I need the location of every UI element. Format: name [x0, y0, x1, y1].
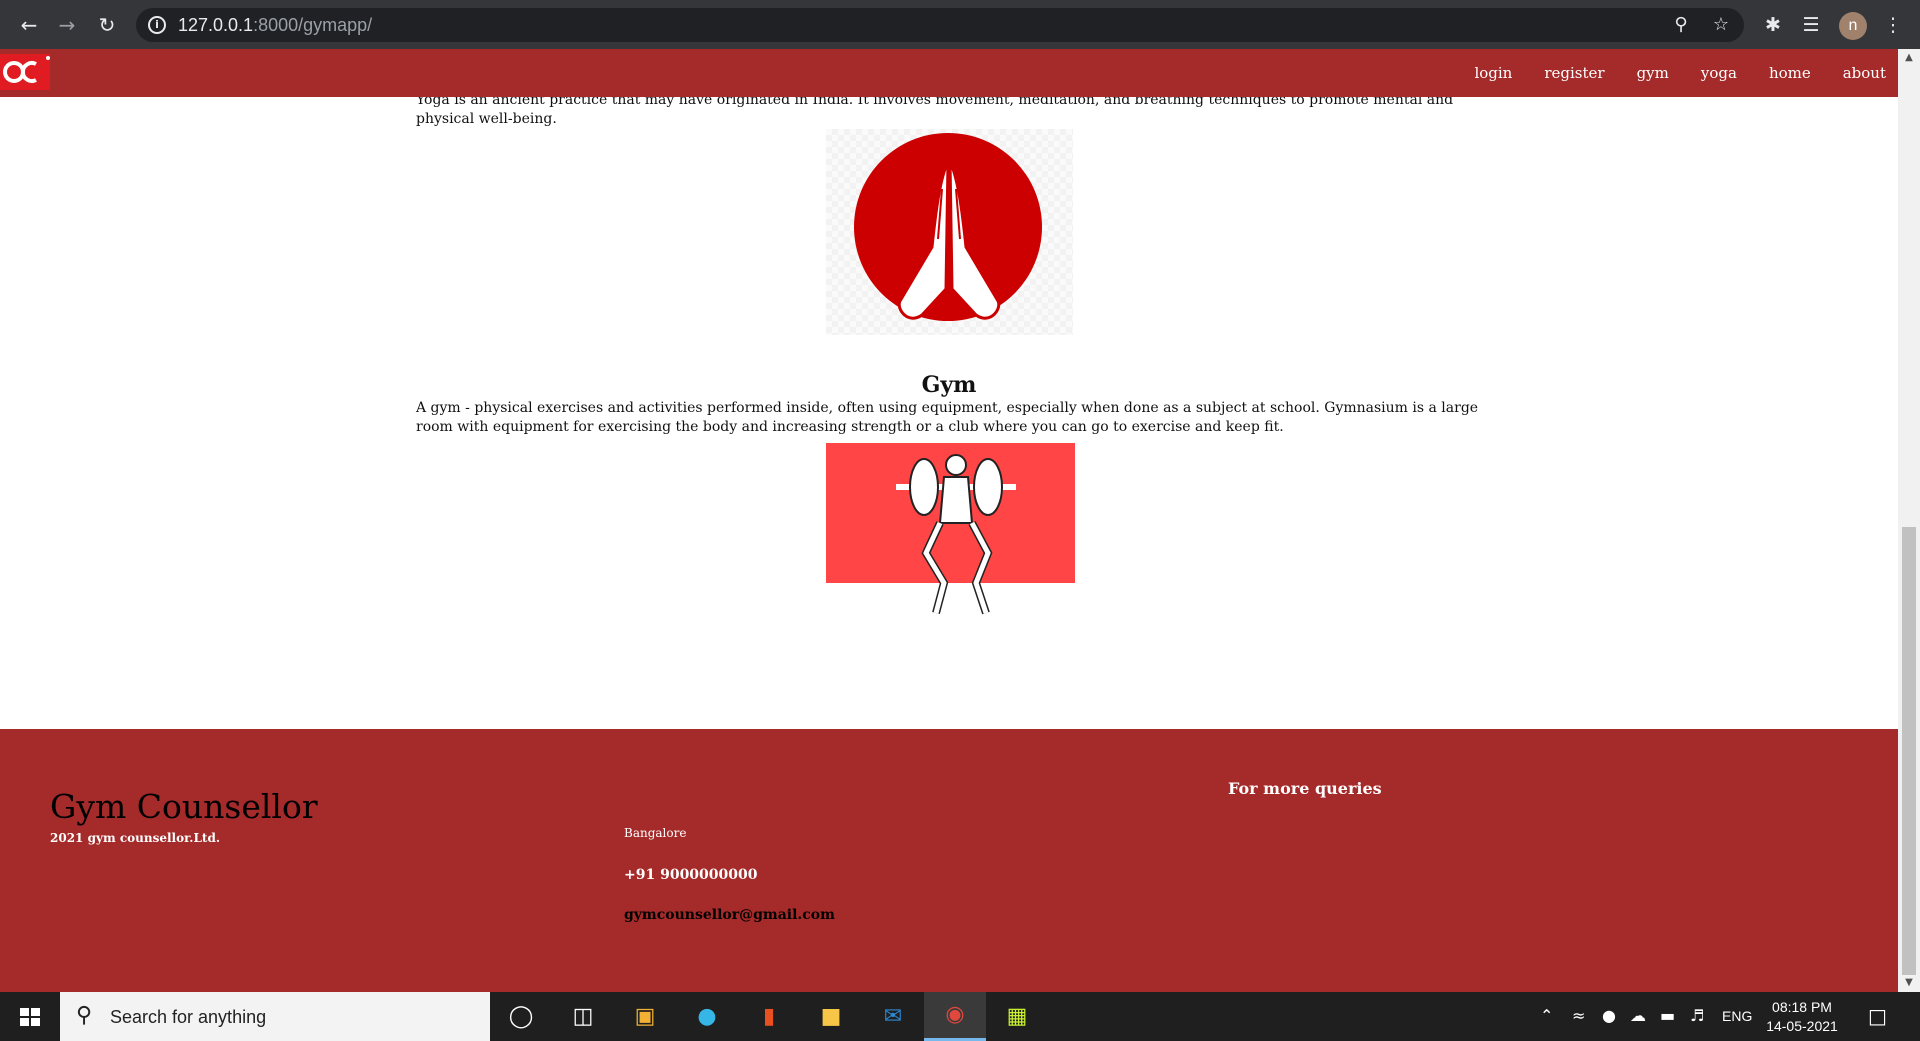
cortana-icon[interactable]: ◯	[490, 992, 552, 1041]
nav-about-link[interactable]: about	[1843, 63, 1886, 83]
store-icon[interactable]: ▣	[614, 992, 676, 1041]
nav-home-link[interactable]: home	[1769, 63, 1811, 83]
windows-taskbar: ⚲ Search for anything ◯ ◫ ▣ ● ▮ ■ ✉ ◉ ▦ …	[0, 992, 1920, 1041]
footer-phone[interactable]: +91 9000000000	[624, 866, 758, 884]
microphone-icon[interactable]: ●	[1602, 1006, 1616, 1026]
back-icon[interactable]: ←	[16, 12, 42, 38]
scroll-down-icon[interactable]: ▼	[1898, 974, 1920, 992]
url-path: :8000/gymapp/	[253, 15, 373, 35]
praying-hands-icon	[854, 133, 1042, 321]
site-navbar: login register gym yoga home about	[0, 49, 1898, 97]
address-bar[interactable]: i 127.0.0.1:8000/gymapp/ ⚲ ☆	[136, 8, 1744, 42]
footer-queries-heading: For more queries	[1228, 779, 1382, 798]
bookmark-star-icon[interactable]: ☆	[1710, 14, 1732, 36]
volume-icon[interactable]: ♬	[1690, 1006, 1704, 1026]
footer-city: Bangalore	[624, 826, 687, 840]
scrollbar-thumb[interactable]	[1902, 527, 1916, 975]
browser-toolbar: ← → ↻ i 127.0.0.1:8000/gymapp/ ⚲ ☆ ✱ ☰ n…	[0, 0, 1920, 49]
footer-brand: Gym Counsellor	[50, 787, 318, 826]
yoga-description: Yoga is an ancient practice that may hav…	[416, 97, 1454, 127]
page-scrollbar[interactable]: ▲ ▼	[1898, 49, 1920, 992]
clock-date: 14-05-2021	[1766, 1018, 1838, 1034]
office-icon[interactable]: ▮	[738, 992, 800, 1041]
site-logo[interactable]	[0, 54, 50, 90]
mail-icon[interactable]: ✉	[862, 992, 924, 1041]
gym-image	[826, 443, 1075, 625]
taskbar-search[interactable]: ⚲ Search for anything	[60, 992, 490, 1041]
language-indicator[interactable]: ENG	[1722, 1006, 1752, 1026]
extensions-icon[interactable]: ✱	[1760, 12, 1786, 38]
profile-avatar[interactable]: n	[1839, 12, 1867, 40]
site-footer: Gym Counsellor 2021 gym counsellor.Ltd. …	[0, 729, 1898, 992]
wifi-icon[interactable]: ≈	[1572, 1006, 1585, 1026]
more-menu-icon[interactable]: ⋮	[1880, 12, 1906, 38]
windows-start-icon[interactable]	[0, 992, 60, 1041]
taskbar-clock[interactable]: 08:18 PM 14-05-2021	[1762, 998, 1842, 1036]
nav-login-link[interactable]: login	[1474, 63, 1512, 83]
nav-links: login register gym yoga home about	[1442, 49, 1886, 97]
chrome-icon[interactable]: ◉	[924, 992, 986, 1041]
footer-copyright: 2021 gym counsellor.Ltd.	[50, 831, 221, 845]
search-placeholder: Search for anything	[110, 1007, 267, 1027]
url-text[interactable]: 127.0.0.1:8000/gymapp/	[178, 15, 372, 35]
search-icon: ⚲	[76, 1003, 93, 1028]
weightlifter-icon	[826, 443, 1075, 615]
gym-heading: Gym	[921, 372, 977, 398]
notifications-icon[interactable]: □	[1868, 1006, 1887, 1026]
battery-icon[interactable]: ▬	[1660, 1006, 1675, 1026]
pycharm-icon[interactable]: ▦	[986, 992, 1048, 1041]
yoga-image	[826, 129, 1073, 335]
reload-icon[interactable]: ↻	[94, 12, 120, 38]
file-explorer-icon[interactable]: ■	[800, 992, 862, 1041]
url-host: 127.0.0.1	[178, 15, 254, 35]
task-view-icon[interactable]: ◫	[552, 992, 614, 1041]
nav-gym-link[interactable]: gym	[1637, 63, 1669, 83]
clock-time: 08:18 PM	[1772, 999, 1832, 1015]
tray-overflow-icon[interactable]: ⌃	[1540, 1006, 1553, 1026]
main-content: Yoga is an ancient practice that may hav…	[0, 97, 1898, 729]
edge-icon[interactable]: ●	[676, 992, 738, 1041]
gym-description: A gym - physical exercises and activitie…	[416, 400, 1479, 435]
nav-register-link[interactable]: register	[1544, 63, 1604, 83]
nav-yoga-link[interactable]: yoga	[1701, 63, 1737, 83]
footer-email[interactable]: gymcounsellor@gmail.com	[624, 906, 835, 924]
site-info-icon[interactable]: i	[148, 16, 166, 34]
zoom-icon[interactable]: ⚲	[1670, 14, 1692, 36]
forward-icon[interactable]: →	[54, 12, 80, 38]
scroll-up-icon[interactable]: ▲	[1898, 49, 1920, 67]
onedrive-icon[interactable]: ☁	[1630, 1006, 1646, 1026]
media-queue-icon[interactable]: ☰	[1798, 12, 1824, 38]
